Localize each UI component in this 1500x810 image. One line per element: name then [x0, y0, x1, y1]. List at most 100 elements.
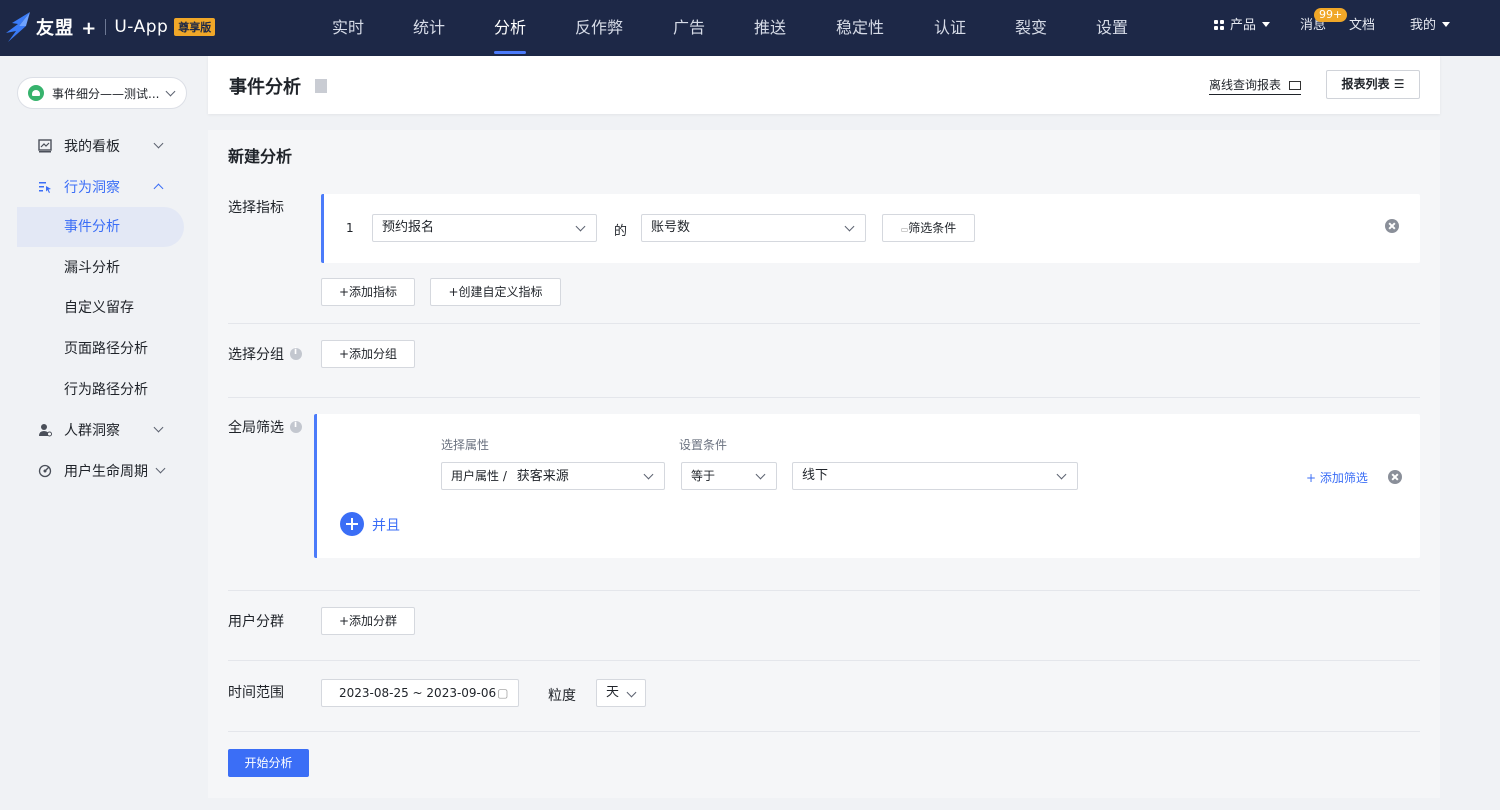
product-menu[interactable]: 产品 — [1214, 0, 1271, 56]
nav-settings[interactable]: 设置 — [1096, 0, 1128, 56]
app-name: U-App — [114, 17, 169, 37]
operator-select[interactable]: 等于 — [681, 462, 777, 490]
brand-logo[interactable]: 友盟 + U-App 尊享版 — [4, 10, 216, 44]
granularity-select[interactable]: 天 — [596, 679, 646, 707]
operator-value: 等于 — [691, 469, 716, 483]
grid-icon — [1214, 20, 1224, 30]
page-title: 事件分析 — [229, 77, 301, 98]
sidebar-sub-behavior-path[interactable]: 行为路径分析 — [17, 370, 184, 410]
page-header: 事件分析 离线查询报表 报表列表 ☰ — [208, 56, 1440, 114]
sidebar-item-label: 人群洞察 — [64, 423, 120, 439]
attr-prefix: 用户属性 / — [451, 469, 507, 483]
attr-header: 选择属性 — [441, 438, 490, 452]
metric-panel: 1 预约报名 的 账号数 ▭筛选条件 — [321, 194, 1420, 263]
app-selector-label: 事件细分——测试... — [52, 86, 160, 101]
filter-value: 线下 — [802, 468, 829, 483]
divider — [228, 323, 1420, 324]
nav-statistics[interactable]: 统计 — [413, 0, 445, 56]
time-range-label: 时间范围 — [228, 685, 284, 701]
caret-down-icon — [1262, 22, 1271, 27]
messages-link[interactable]: 消息 99+ — [1300, 0, 1348, 56]
remove-metric-icon[interactable] — [1385, 219, 1399, 233]
nav-analysis[interactable]: 分析 — [494, 0, 527, 56]
add-filter-link[interactable]: + 添加筛选 — [1306, 469, 1368, 486]
chevron-down-icon — [626, 687, 637, 698]
app-selector[interactable]: 事件细分——测试... — [17, 77, 187, 109]
add-metric-button[interactable]: +添加指标 — [321, 278, 415, 306]
filter-value-select[interactable]: 线下 — [792, 462, 1078, 490]
nav-push[interactable]: 推送 — [754, 0, 786, 56]
granularity-label: 粒度 — [548, 688, 576, 704]
chevron-down-icon — [575, 221, 586, 232]
sidebar-item-label: 行为洞察 — [64, 180, 120, 196]
metric-index: 1 — [346, 221, 354, 235]
sidebar-sub-event-analysis[interactable]: 事件分析 — [17, 207, 184, 247]
nav-fission[interactable]: 裂变 — [1015, 0, 1047, 56]
nav-anti-fraud[interactable]: 反作弊 — [575, 0, 623, 56]
global-filter-label-text: 全局筛选 — [228, 420, 284, 436]
sidebar-item-lifecycle[interactable]: 用户生命周期 — [17, 451, 184, 491]
remove-filter-icon[interactable] — [1388, 470, 1402, 484]
divider — [228, 731, 1420, 732]
report-list-label: 报表列表 — [1341, 77, 1390, 91]
chevron-down-icon — [153, 422, 164, 433]
umeng-bird-logo-icon — [6, 12, 30, 42]
add-and-plus-icon[interactable] — [340, 512, 364, 536]
nav-auth[interactable]: 认证 — [934, 0, 966, 56]
caret-down-icon — [1442, 22, 1451, 27]
divider — [228, 397, 1420, 398]
nav-stability[interactable]: 稳定性 — [836, 0, 884, 56]
attr-value: 获客来源 — [516, 469, 569, 484]
global-filter-panel: 选择属性 设置条件 用户属性 / 获客来源 等于 线下 + 添加筛选 并且 — [314, 414, 1420, 558]
lifecycle-icon — [38, 464, 52, 478]
event-select[interactable]: 预约报名 — [372, 214, 597, 242]
my-account-label: 我的 — [1410, 18, 1437, 33]
chevron-down-icon — [165, 86, 176, 97]
create-custom-metric-button[interactable]: +创建自定义指标 — [430, 278, 561, 306]
list-icon: ☰ — [1393, 77, 1405, 91]
metric-label: 选择指标 — [228, 200, 284, 216]
filter-conditions-label: 筛选条件 — [908, 221, 957, 235]
offline-report-link[interactable]: 离线查询报表 — [1209, 76, 1302, 95]
attribute-select[interactable]: 用户属性 / 获客来源 — [441, 462, 665, 490]
sidebar-item-my-board[interactable]: 我的看板 — [17, 126, 184, 166]
sidebar-item-label: 我的看板 — [64, 139, 120, 155]
sidebar-sub-funnel-analysis[interactable]: 漏斗分析 — [17, 248, 184, 288]
info-icon[interactable] — [290, 347, 302, 360]
offline-report-label: 离线查询报表 — [1209, 78, 1282, 92]
chevron-down-icon — [1056, 469, 1067, 480]
global-filter-label: 全局筛选 — [228, 417, 302, 437]
sidebar-sub-custom-retention[interactable]: 自定义留存 — [17, 288, 184, 328]
filter-conditions-button[interactable]: ▭筛选条件 — [882, 214, 975, 242]
chevron-down-icon — [153, 138, 164, 149]
and-condition-link[interactable]: 并且 — [372, 515, 400, 535]
bookmark-icon[interactable] — [315, 79, 327, 93]
date-range-value: 2023-08-25 ~ 2023-09-06 — [339, 686, 497, 700]
nav-realtime[interactable]: 实时 — [332, 0, 364, 56]
segment-label: 用户分群 — [228, 614, 284, 630]
measure-select[interactable]: 账号数 — [641, 214, 866, 242]
start-analysis-button[interactable]: 开始分析 — [228, 749, 309, 777]
date-range-picker[interactable]: 2023-08-25 ~ 2023-09-06▢ — [321, 679, 519, 707]
granularity-value: 天 — [606, 685, 620, 700]
docs-link[interactable]: 文档 — [1349, 0, 1375, 56]
brand-divider — [105, 19, 107, 35]
edition-badge: 尊享版 — [174, 18, 216, 36]
group-label: 选择分组 — [228, 344, 302, 364]
sidebar-item-behavior-insight[interactable]: 行为洞察 — [17, 167, 184, 207]
analysis-form: 新建分析 选择指标 1 预约报名 的 账号数 ▭筛选条件 +添加指标 +创建自定… — [208, 130, 1440, 798]
add-segment-button[interactable]: +添加分群 — [321, 607, 415, 635]
android-icon — [28, 85, 44, 101]
group-label-text: 选择分组 — [228, 347, 284, 363]
nav-ads[interactable]: 广告 — [673, 0, 705, 56]
sidebar-sub-page-path[interactable]: 页面路径分析 — [17, 329, 184, 369]
info-icon[interactable] — [290, 420, 302, 433]
chevron-down-icon — [643, 469, 654, 480]
add-group-button[interactable]: +添加分组 — [321, 340, 415, 368]
top-nav-bar: 友盟 + U-App 尊享版 实时 统计 分析 反作弊 广告 推送 稳定性 认证… — [0, 0, 1500, 56]
report-list-button[interactable]: 报表列表 ☰ — [1326, 70, 1420, 99]
chevron-down-icon — [844, 221, 855, 232]
my-account-menu[interactable]: 我的 — [1410, 0, 1451, 56]
sidebar-item-people-insight[interactable]: 人群洞察 — [17, 410, 184, 450]
section-title: 新建分析 — [228, 147, 293, 166]
